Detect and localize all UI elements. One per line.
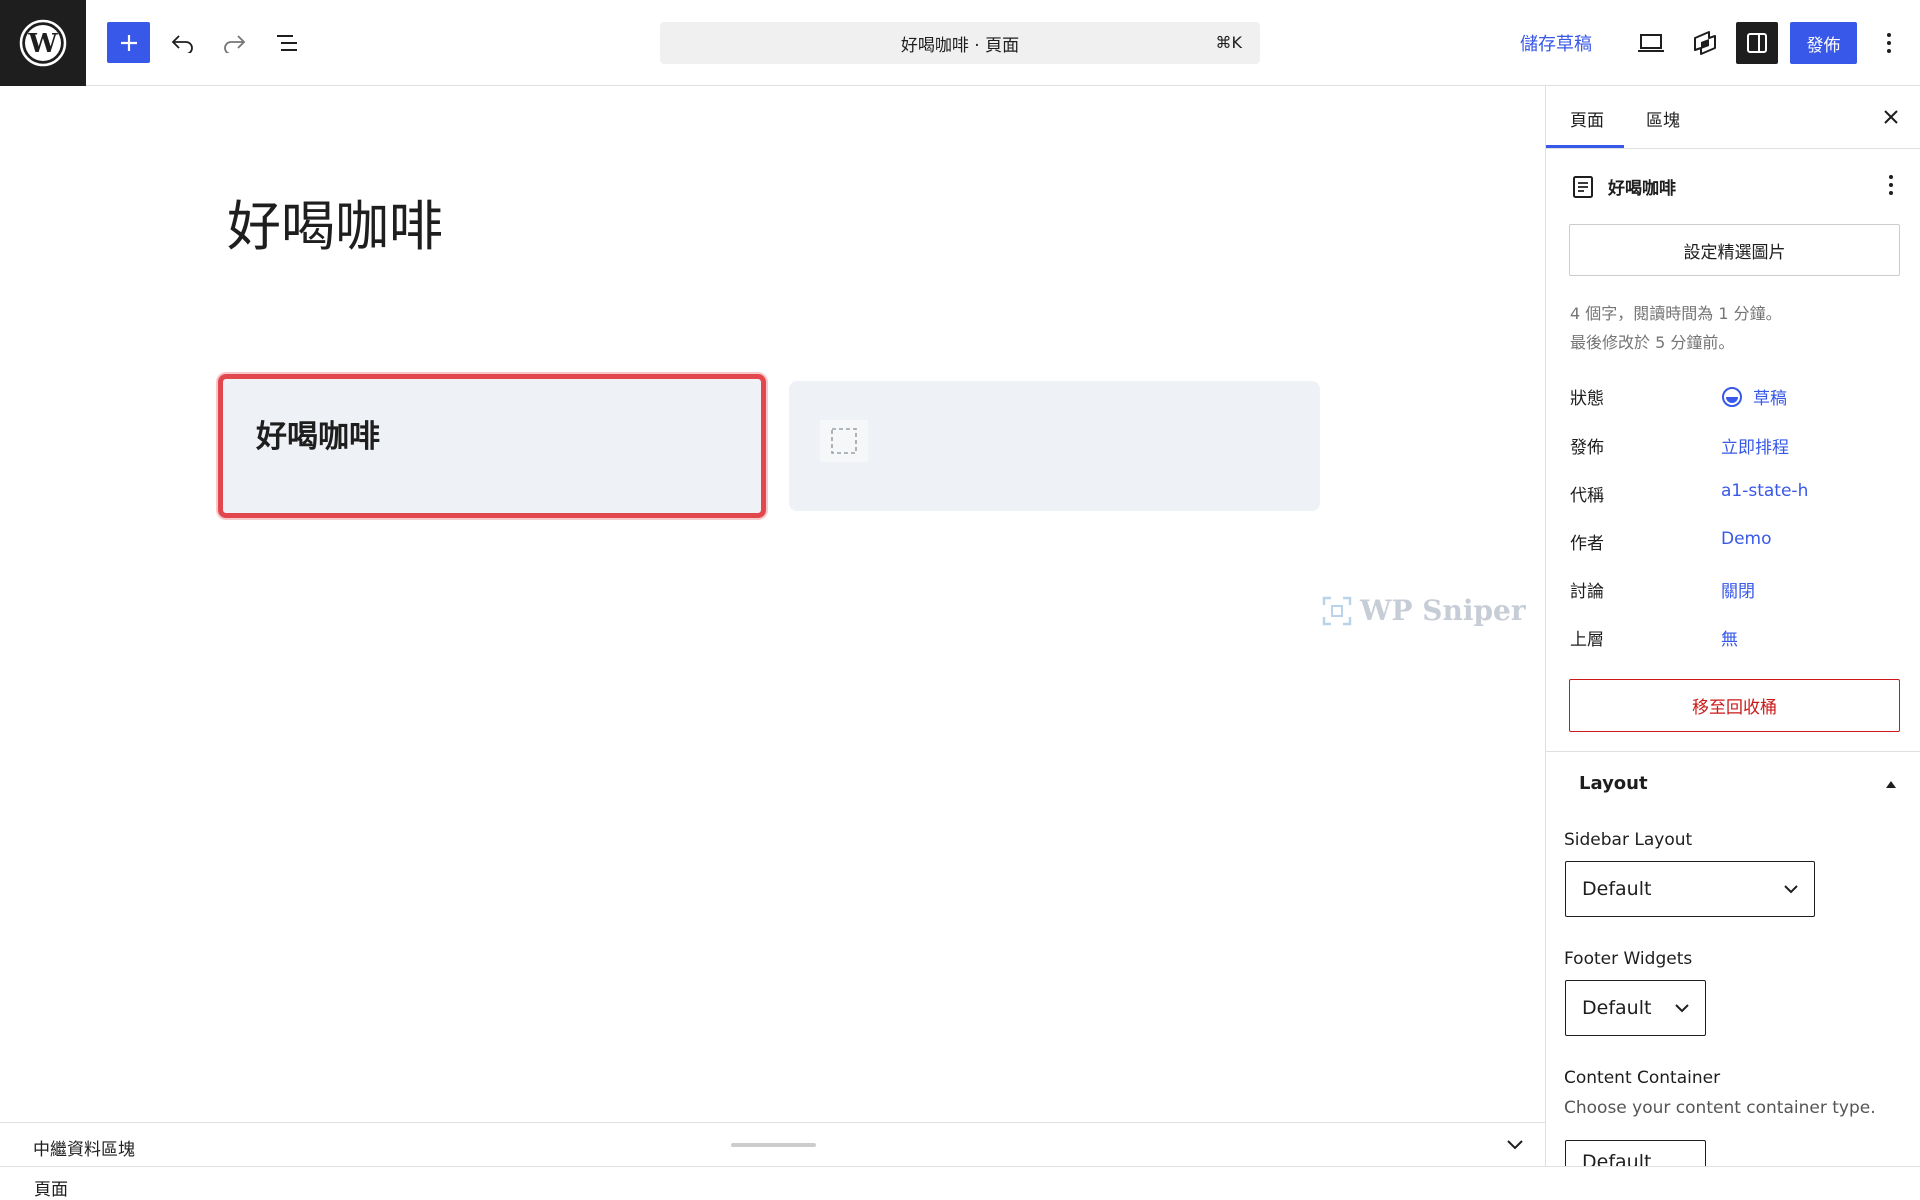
- publish-button[interactable]: 發佈: [1790, 22, 1857, 64]
- block-inserter-button[interactable]: [107, 22, 150, 63]
- publish-schedule-button[interactable]: 立即排程: [1721, 433, 1789, 458]
- active-tab-indicator: [1546, 145, 1624, 148]
- settings-sidebar-toggle[interactable]: [1736, 22, 1778, 64]
- footer-widgets-value: Default: [1582, 997, 1652, 1019]
- page-icon: [1573, 175, 1593, 198]
- preview-button[interactable]: [1630, 22, 1672, 64]
- meta-boxes-label: 中繼資料區塊: [33, 1140, 135, 1160]
- wordpress-logo-button[interactable]: W: [0, 0, 86, 86]
- document-card: 好喝咖啡: [1572, 174, 1676, 199]
- layout-panel-toggle[interactable]: [1881, 774, 1901, 794]
- status-value-button[interactable]: 草稿: [1721, 384, 1787, 409]
- breadcrumb[interactable]: 頁面: [34, 1175, 68, 1200]
- content-container-help: Choose your content container type.: [1564, 1098, 1876, 1118]
- footer-widgets-label: Footer Widgets: [1564, 949, 1693, 969]
- parent-button[interactable]: 無: [1721, 625, 1738, 650]
- watermark-logo-icon: [1322, 596, 1352, 625]
- desktop-preview-icon: [1638, 34, 1664, 52]
- publish-label: 發佈: [1570, 438, 1604, 458]
- caret-up-icon: [1886, 781, 1896, 788]
- card-heading[interactable]: 好喝咖啡: [256, 411, 380, 456]
- discussion-button[interactable]: 關閉: [1721, 577, 1755, 602]
- save-draft-button[interactable]: 儲存草稿: [1520, 30, 1592, 56]
- close-sidebar-button[interactable]: [1876, 102, 1906, 132]
- meta-boxes-toggle[interactable]: [1500, 1133, 1530, 1157]
- chevron-down-icon: [1507, 1140, 1523, 1150]
- settings-sidebar: 頁面 區塊 好喝咖啡 設定精選圖片 4 個字，閱讀時間為 1 分鐘。 最後修改於…: [1545, 86, 1920, 1166]
- watermark: WP Sniper: [1322, 594, 1526, 627]
- list-view-icon: [277, 35, 297, 51]
- undo-button[interactable]: [162, 22, 204, 64]
- author-label: 作者: [1570, 534, 1604, 554]
- redo-button[interactable]: [213, 22, 255, 64]
- post-title[interactable]: 好喝咖啡: [227, 182, 443, 261]
- meta-boxes-bar[interactable]: 中繼資料區塊: [0, 1122, 1545, 1166]
- close-icon: [1884, 110, 1898, 124]
- editor-footer: 頁面: [0, 1166, 1920, 1200]
- watermark-text: WP Sniper: [1360, 594, 1526, 627]
- draft-status-icon: [1722, 386, 1742, 407]
- command-palette-bar[interactable]: 好喝咖啡 · 頁面 ⌘K: [660, 22, 1260, 64]
- sidebar-layout-select[interactable]: Default: [1565, 861, 1815, 917]
- content-container-select[interactable]: Default: [1565, 1140, 1706, 1166]
- vertical-ellipsis-icon: [1889, 175, 1893, 195]
- plugin-sidebar-button[interactable]: [1684, 22, 1726, 64]
- sidebar-layout-label: Sidebar Layout: [1564, 830, 1693, 850]
- status-value: 草稿: [1753, 389, 1787, 409]
- sidebar-layout-value: Default: [1582, 878, 1652, 900]
- discussion-label: 討論: [1570, 582, 1604, 602]
- layout-panel-title[interactable]: Layout: [1579, 773, 1648, 794]
- content-container-value: Default: [1582, 1151, 1652, 1166]
- chevron-down-icon: [1675, 1004, 1689, 1013]
- svg-text:W: W: [27, 29, 58, 59]
- last-modified-text: 最後修改於 5 分鐘前。: [1570, 333, 1735, 352]
- plus-icon: [120, 34, 137, 51]
- tab-block[interactable]: 區塊: [1646, 106, 1680, 131]
- resize-handle[interactable]: [731, 1143, 816, 1147]
- undo-icon: [171, 35, 193, 53]
- block-placeholder[interactable]: [820, 420, 868, 462]
- parent-label: 上層: [1570, 630, 1604, 650]
- document-actions-button[interactable]: [1876, 170, 1906, 200]
- sidebar-icon: [1747, 33, 1767, 53]
- slug-label: 代稱: [1570, 486, 1604, 506]
- slug-button[interactable]: a1-state-h: [1721, 481, 1808, 501]
- sidebar-tabs: 頁面 區塊: [1546, 86, 1920, 149]
- author-button[interactable]: Demo: [1721, 529, 1772, 549]
- status-label: 狀態: [1570, 389, 1604, 409]
- redo-icon: [224, 35, 246, 53]
- command-bar-title: 好喝咖啡 · 頁面: [900, 35, 1020, 56]
- document-title: 好喝咖啡: [1608, 179, 1676, 199]
- empty-group-block[interactable]: [789, 381, 1320, 511]
- wordpress-icon: W: [19, 19, 67, 67]
- chevron-down-icon: [1784, 885, 1798, 894]
- keyboard-shortcut-hint: ⌘K: [1215, 33, 1243, 52]
- content-container-label: Content Container: [1564, 1068, 1721, 1088]
- vertical-ellipsis-icon: [1887, 33, 1891, 53]
- dashed-square-icon: [831, 428, 857, 454]
- document-overview-button[interactable]: [267, 22, 309, 64]
- divider: [1546, 751, 1920, 752]
- more-options-button[interactable]: [1868, 22, 1910, 64]
- footer-widgets-select[interactable]: Default: [1565, 980, 1706, 1036]
- move-to-trash-button[interactable]: 移至回收桶: [1569, 679, 1900, 732]
- editor-canvas[interactable]: 好喝咖啡 好喝咖啡 WP Sniper: [0, 86, 1545, 1122]
- tab-page[interactable]: 頁面: [1570, 106, 1604, 131]
- editor-header: W 好喝咖啡 · 頁面 ⌘K 儲存草稿 發佈: [0, 0, 1920, 86]
- plugin-icon: [1694, 31, 1716, 55]
- set-featured-image-button[interactable]: 設定精選圖片: [1569, 224, 1900, 276]
- word-count-text: 4 個字，閱讀時間為 1 分鐘。: [1570, 304, 1782, 323]
